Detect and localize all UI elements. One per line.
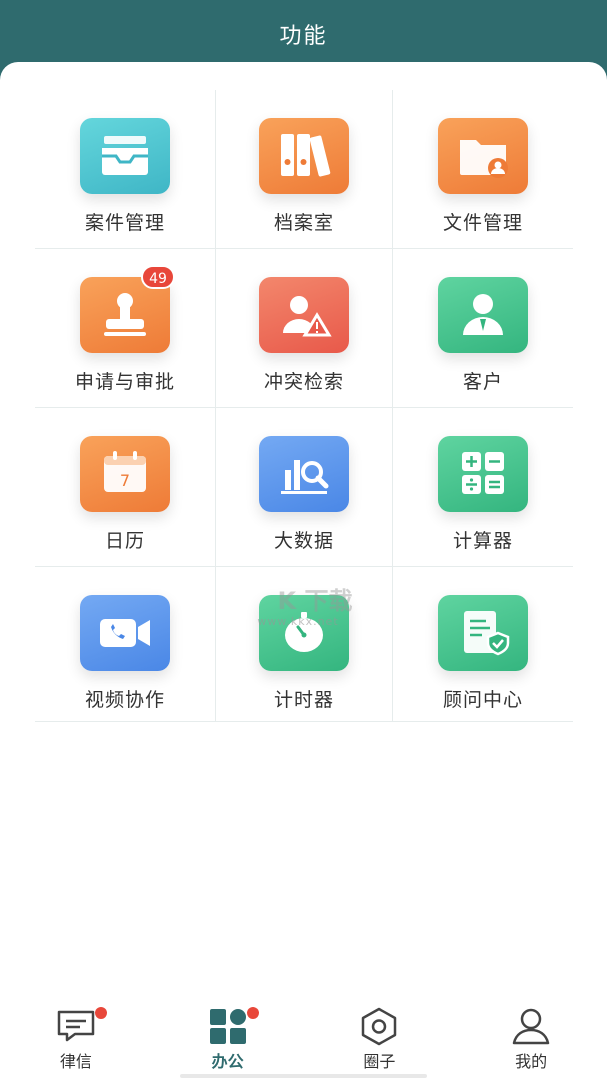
feature-file-management[interactable]: 文件管理 xyxy=(393,90,573,248)
pending-count-badge: 49 xyxy=(141,265,175,289)
feature-label: 客户 xyxy=(462,371,503,393)
tab-messages[interactable]: 律信 xyxy=(0,998,152,1080)
feature-label: 申请与审批 xyxy=(74,371,175,393)
tab-office[interactable]: 办公 xyxy=(152,998,304,1080)
feature-calculator[interactable]: 计算器 xyxy=(393,408,573,566)
calendar-day-number: 7 xyxy=(120,471,130,490)
hexagon-circle-icon xyxy=(362,1007,397,1046)
feature-label: 视频协作 xyxy=(84,689,165,711)
tab-label: 我的 xyxy=(515,1052,548,1071)
unread-dot xyxy=(95,1007,107,1019)
tab-label: 圈子 xyxy=(363,1052,396,1071)
person-icon xyxy=(512,1008,550,1045)
feature-archive-room[interactable]: 档案室 xyxy=(215,90,393,248)
tab-label: 律信 xyxy=(59,1052,92,1071)
feature-big-data[interactable]: 大数据 xyxy=(215,408,393,566)
client-person-icon xyxy=(438,277,528,353)
inbox-tray-icon xyxy=(80,118,170,194)
binders-icon xyxy=(259,118,349,194)
feature-label: 大数据 xyxy=(273,530,334,552)
notification-dot xyxy=(246,1007,259,1019)
feature-label: 日历 xyxy=(104,530,145,552)
top-header: 功能 xyxy=(0,0,607,70)
feature-label: 计算器 xyxy=(452,530,513,552)
feature-conflict-search[interactable]: 冲突检索 xyxy=(215,249,393,407)
calendar-icon: 7 xyxy=(80,436,170,512)
feature-label: 顾问中心 xyxy=(442,689,523,711)
feature-label: 案件管理 xyxy=(84,212,165,234)
feature-row: 49 申请与审批 冲突检索 客户 xyxy=(35,249,573,408)
bottom-tab-bar: 律信 办公 圈子 我的 xyxy=(0,998,607,1080)
folder-user-icon xyxy=(438,118,528,194)
watermark-url: www.kkx.net xyxy=(257,615,339,628)
feature-calendar[interactable]: 7 日历 xyxy=(35,408,215,566)
feature-label: 档案室 xyxy=(273,212,334,234)
feature-advisor-center[interactable]: 顾问中心 xyxy=(393,567,573,721)
function-panel: 案件管理 档案室 文件管理 49 申请与审批 冲突检索 客户 7 日历 大数据 … xyxy=(0,62,607,1080)
feature-application-approval[interactable]: 49 申请与审批 xyxy=(35,249,215,407)
feature-row: 7 日历 大数据 计算器 xyxy=(35,408,573,567)
feature-row: 案件管理 档案室 文件管理 xyxy=(35,90,573,249)
chart-magnifier-icon xyxy=(259,436,349,512)
shield-document-icon xyxy=(438,595,528,671)
feature-case-management[interactable]: 案件管理 xyxy=(35,90,215,248)
calculator-icon xyxy=(438,436,528,512)
page-title: 功能 xyxy=(279,24,328,49)
feature-video-collaboration[interactable]: 视频协作 xyxy=(35,567,215,721)
video-call-icon xyxy=(80,595,170,671)
tab-circle[interactable]: 圈子 xyxy=(304,998,456,1080)
feature-label: 冲突检索 xyxy=(263,371,344,393)
watermark-brand: K 下载 xyxy=(277,587,353,615)
user-warning-icon xyxy=(259,277,349,353)
tab-mine[interactable]: 我的 xyxy=(455,998,607,1080)
feature-client[interactable]: 客户 xyxy=(393,249,573,407)
tab-label: 办公 xyxy=(211,1052,244,1071)
grid-apps-icon xyxy=(209,1009,246,1044)
message-icon xyxy=(57,1010,95,1042)
feature-label: 计时器 xyxy=(273,689,334,711)
feature-label: 文件管理 xyxy=(442,212,523,234)
home-indicator xyxy=(180,1074,427,1078)
